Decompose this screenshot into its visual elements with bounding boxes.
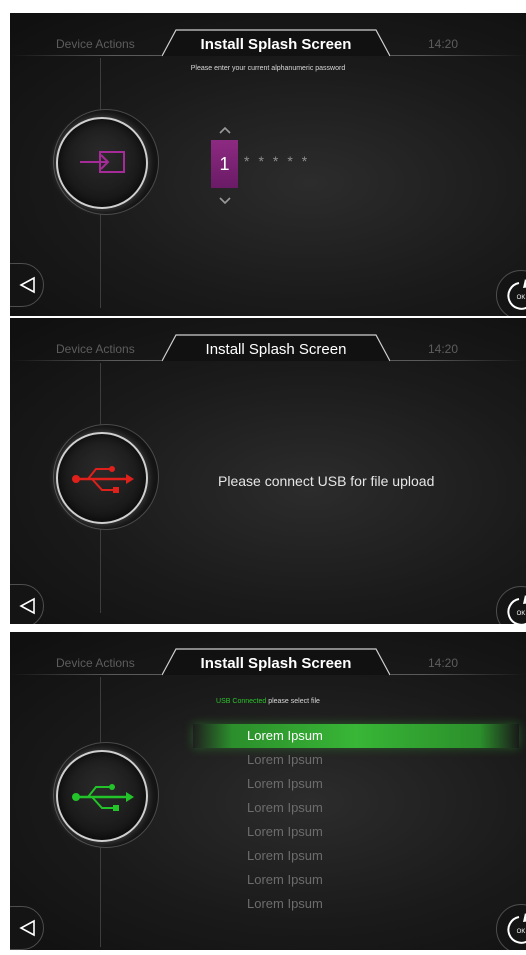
back-triangle-icon (19, 919, 35, 937)
ok-refresh-button[interactable]: OK (496, 586, 526, 624)
ok-refresh-icon: OK (507, 279, 526, 310)
file-list-item[interactable]: Lorem Ipsum (193, 820, 519, 844)
subtitle: Please enter your current alphanumeric p… (190, 65, 346, 72)
file-list-item[interactable]: Lorem Ipsum (193, 796, 519, 820)
file-list-item[interactable]: Lorem Ipsum (193, 868, 519, 892)
header-section-label: Device Actions (56, 656, 135, 670)
ok-refresh-button[interactable]: OK (496, 270, 526, 316)
password-screen: Device Actions 14:20 Install Splash Scre… (10, 13, 526, 316)
page-title: Install Splash Screen (205, 341, 347, 358)
subtitle-rest: please select file (266, 698, 320, 705)
file-list-item[interactable]: Lorem Ipsum (193, 748, 519, 772)
back-button[interactable] (10, 906, 44, 950)
back-button[interactable] (10, 584, 44, 624)
header-section-label: Device Actions (56, 37, 135, 51)
header-clock: 14:20 (428, 37, 459, 51)
svg-text:OK: OK (517, 611, 526, 617)
header-clock: 14:20 (428, 656, 459, 670)
usb-icon (72, 784, 134, 811)
action-icon-circle (56, 432, 148, 524)
file-list: Lorem Ipsum Lorem Ipsum Lorem Ipsum Lore… (193, 724, 519, 916)
file-list-item[interactable]: Lorem Ipsum (193, 892, 519, 916)
ok-refresh-icon: OK (507, 595, 526, 624)
page-title: Install Splash Screen (200, 36, 352, 53)
password-digit-value: 1 (219, 154, 230, 174)
password-digit[interactable]: 1 (211, 140, 238, 188)
action-icon-circle (56, 117, 148, 209)
back-button[interactable] (10, 263, 44, 307)
usb-message: Please connect USB for file upload (218, 473, 435, 489)
usb-connect-screen: Device Actions 14:20 Install Splash Scre… (10, 318, 526, 624)
header-clock: 14:20 (428, 342, 459, 356)
back-triangle-icon (19, 597, 35, 615)
ok-refresh-icon: OK (507, 913, 526, 944)
svg-text:OK: OK (517, 295, 526, 301)
chevron-down-icon[interactable] (219, 196, 231, 206)
page-title: Install Splash Screen (200, 655, 352, 672)
login-arrow-icon (80, 151, 125, 173)
usb-icon (72, 466, 134, 493)
file-select-screen: Device Actions 14:20 Install Splash Scre… (10, 632, 526, 950)
svg-text:OK: OK (517, 929, 526, 935)
header-section-label: Device Actions (56, 342, 135, 356)
usb-status: USB Connected (216, 698, 267, 705)
chevron-up-icon[interactable] (219, 125, 231, 135)
file-list-item[interactable]: Lorem Ipsum (193, 772, 519, 796)
ok-refresh-button[interactable]: OK (496, 904, 526, 950)
file-list-item[interactable]: Lorem Ipsum (193, 844, 519, 868)
password-masked: ***** (244, 153, 317, 169)
subtitle: USB Connected please select file (10, 698, 526, 705)
action-icon-circle (56, 750, 148, 842)
back-triangle-icon (19, 276, 35, 294)
file-list-item-selected[interactable]: Lorem Ipsum (193, 724, 519, 748)
